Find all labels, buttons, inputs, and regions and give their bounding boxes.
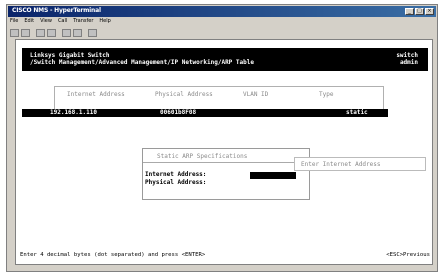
col-type: Type <box>319 91 334 98</box>
toolbar-separator <box>84 29 86 37</box>
internet-address-label: Internet Address: <box>145 171 207 178</box>
static-arp-dialog: Static ARP Specifications Internet Addre… <box>142 148 310 200</box>
screen-header: Linksys Gigabit Switch /Switch Managemen… <box>22 48 428 71</box>
input-hint: Enter Internet Address <box>301 161 381 168</box>
col-physical-address: Physical Address <box>155 91 213 98</box>
new-connection-icon[interactable] <box>10 28 19 37</box>
row-mac: 00601b8F08 <box>160 109 197 116</box>
input-hint-box: Enter Internet Address <box>294 157 426 171</box>
menu-view[interactable]: View <box>40 18 52 26</box>
toolbar-separator <box>58 29 60 37</box>
minimize-button[interactable]: _ <box>405 8 414 15</box>
status-instructions: Enter 4 decimal bytes (dot separated) an… <box>20 252 206 258</box>
maximize-button[interactable]: □ <box>415 8 424 15</box>
col-vlan-id: VLAN ID <box>243 91 269 98</box>
menu-transfer[interactable]: Transfer <box>73 18 93 26</box>
send-icon[interactable] <box>62 28 71 37</box>
call-icon[interactable] <box>36 28 45 37</box>
internet-address-input[interactable] <box>250 172 296 179</box>
terminal-window: CISCO NMS - HyperTerminal _ □ × File Edi… <box>6 4 438 272</box>
title-bar[interactable]: CISCO NMS - HyperTerminal _ □ × <box>8 6 436 17</box>
disconnect-icon[interactable] <box>47 28 56 37</box>
row-ip: 192.168.1.110 <box>50 109 97 116</box>
properties-icon[interactable] <box>88 28 97 37</box>
esc-previous-hint[interactable]: <ESC>Previous <box>386 252 430 258</box>
menu-edit[interactable]: Edit <box>24 18 34 26</box>
table-row-selected[interactable]: 192.168.1.110 00601b8F08 static <box>22 109 388 117</box>
physical-address-label: Physical Address: <box>145 179 207 186</box>
dialog-title: Static ARP Specifications <box>157 153 248 160</box>
menu-call[interactable]: Call <box>58 18 67 26</box>
user-name: admin <box>399 59 418 66</box>
col-internet-address: Internet Address <box>67 91 125 98</box>
terminal-screen[interactable]: Linksys Gigabit Switch /Switch Managemen… <box>15 39 433 265</box>
window-title: CISCO NMS - HyperTerminal <box>12 7 101 14</box>
row-type: static <box>346 109 368 116</box>
menu-help[interactable]: Help <box>99 18 110 26</box>
open-icon[interactable] <box>21 28 30 37</box>
toolbar-separator <box>32 29 34 37</box>
menu-file[interactable]: File <box>10 18 18 26</box>
receive-icon[interactable] <box>73 28 82 37</box>
close-button[interactable]: × <box>425 8 434 15</box>
menu-path: /Switch Management/Advanced Management/I… <box>30 59 254 66</box>
toolbar <box>10 28 97 37</box>
menu-bar: File Edit View Call Transfer Help <box>10 18 111 26</box>
dialog-divider <box>143 162 309 163</box>
